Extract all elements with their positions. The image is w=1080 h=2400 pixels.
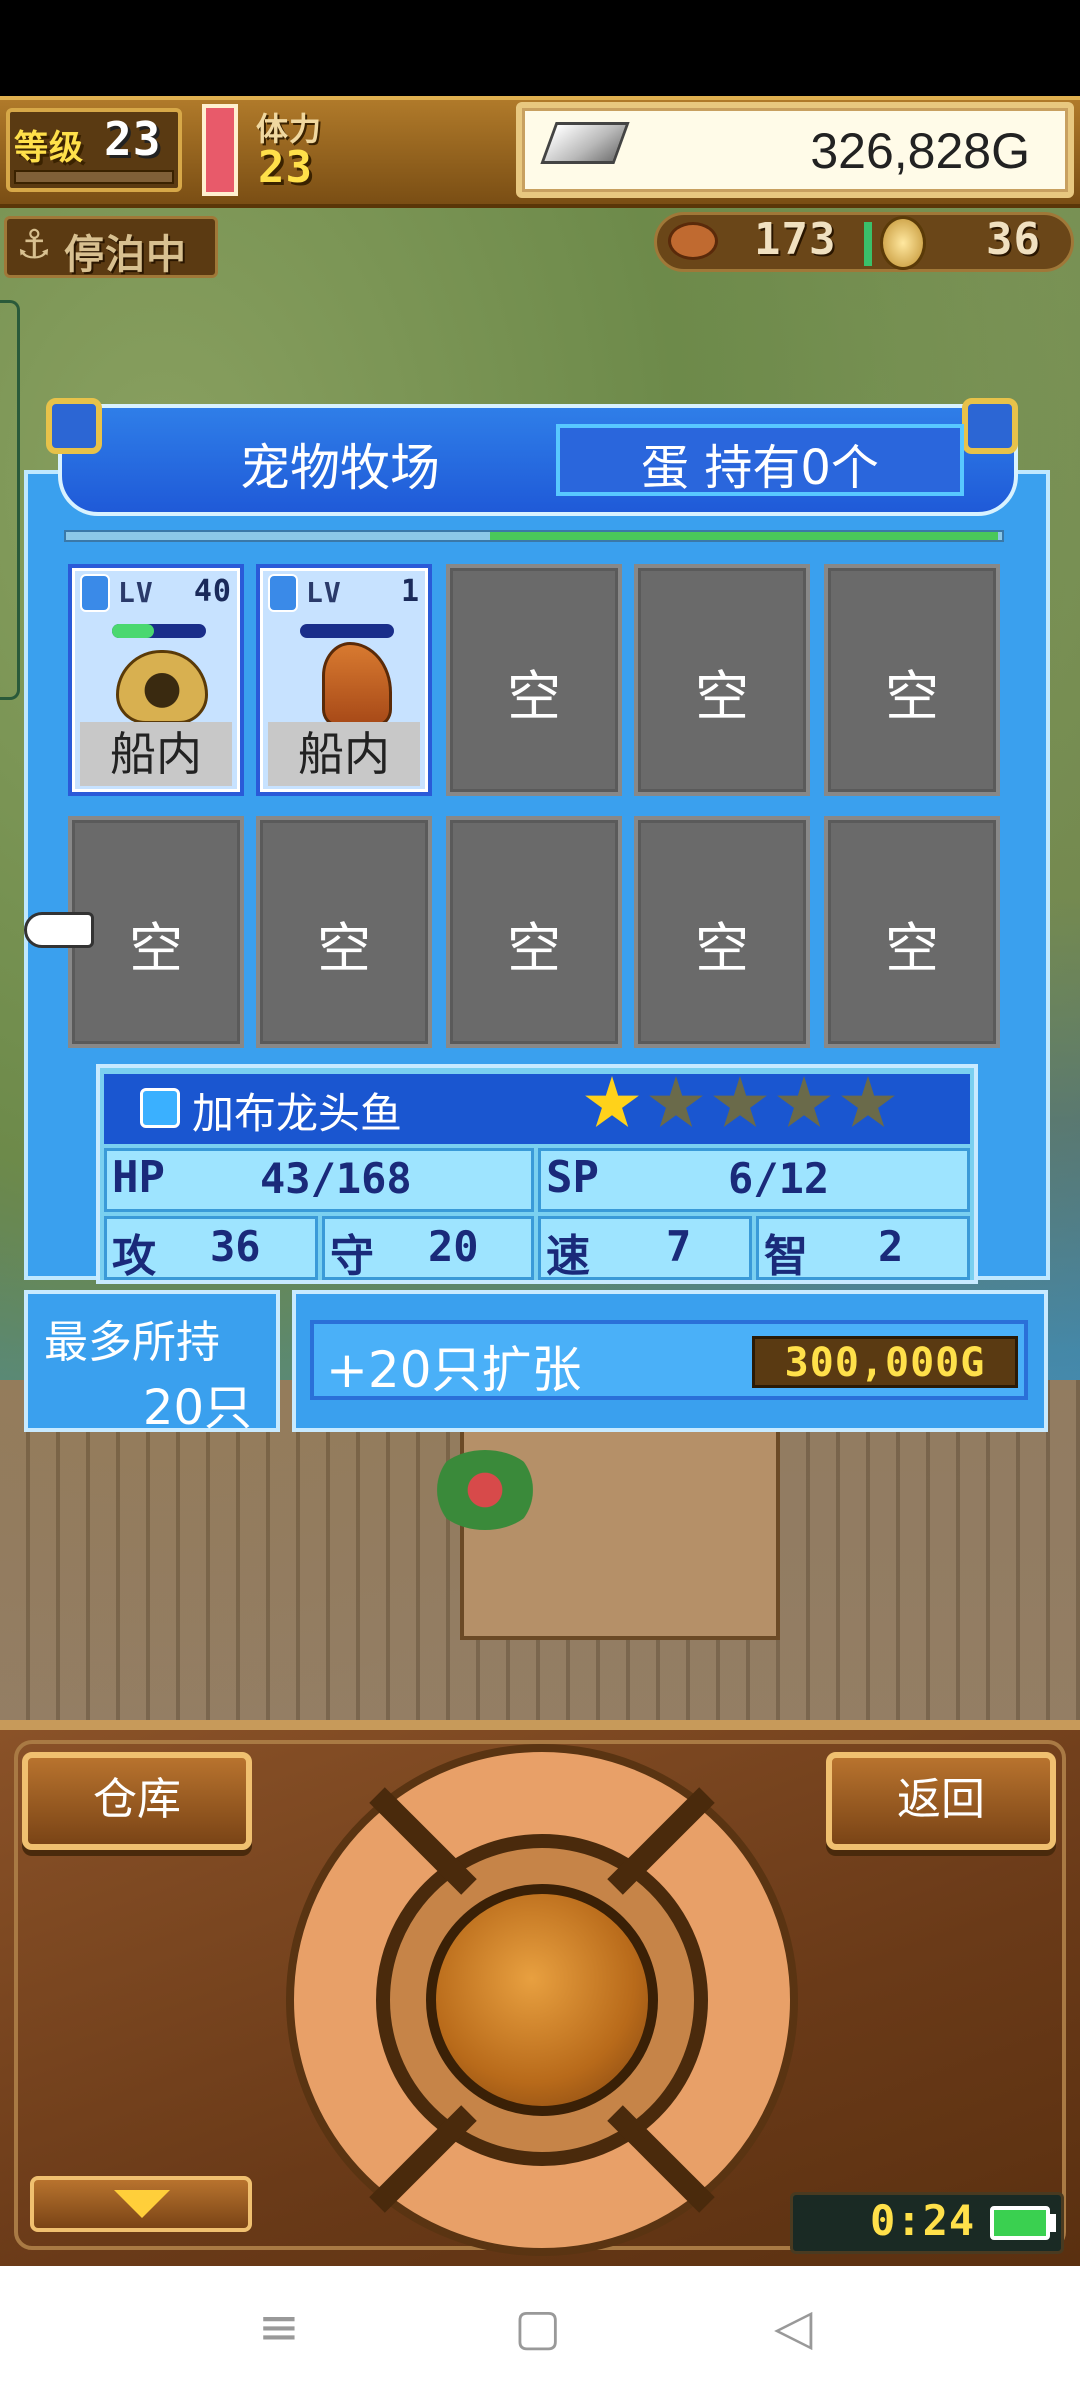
empty-label: 空 xyxy=(885,917,939,980)
header-divider-fill xyxy=(490,532,998,540)
empty-slot[interactable]: 空 xyxy=(446,564,622,796)
home-icon[interactable]: ▢ xyxy=(514,2298,561,2356)
corner-ornament xyxy=(46,398,102,454)
side-tab xyxy=(0,300,20,700)
battery-icon xyxy=(990,2206,1050,2240)
empty-label: 空 xyxy=(317,917,371,980)
empty-label: 空 xyxy=(695,665,749,728)
def-label: 守 xyxy=(330,1231,374,1282)
empty-slot[interactable]: 空 xyxy=(634,564,810,796)
level-label: 等级 xyxy=(14,128,84,168)
flower-decoration xyxy=(430,1450,540,1530)
divider xyxy=(864,222,872,266)
spd-value: 7 xyxy=(666,1222,692,1271)
silver-bar-icon xyxy=(540,122,630,164)
empty-slot[interactable]: 空 xyxy=(256,816,432,1048)
def-value: 20 xyxy=(428,1222,479,1271)
panel-title: 宠物牧场 xyxy=(240,439,440,497)
pointer-hand-icon xyxy=(24,912,94,948)
stamina-gauge xyxy=(202,104,238,196)
spd-label: 速 xyxy=(546,1231,590,1282)
empty-slot[interactable]: 空 xyxy=(634,816,810,1048)
expand-cost: 300,000G xyxy=(752,1336,1018,1388)
exp-bar xyxy=(14,170,174,184)
hp-value: 43/168 xyxy=(260,1154,412,1203)
empty-label: 空 xyxy=(129,917,183,980)
atk-label: 攻 xyxy=(112,1231,156,1282)
egg-count: 蛋 持有0个 xyxy=(641,440,879,496)
food-count: 173 xyxy=(754,214,837,265)
pet-sprite xyxy=(116,650,208,724)
menu-icon[interactable]: ≡ xyxy=(258,2298,300,2356)
medal-count: 36 xyxy=(986,214,1041,265)
empty-label: 空 xyxy=(507,917,561,980)
pet-level: 1 xyxy=(400,574,420,609)
pet-hp-bar-fill xyxy=(112,624,154,638)
element-icon xyxy=(80,574,110,612)
level-value: 23 xyxy=(104,112,162,166)
pet-location: 船内 xyxy=(80,722,232,786)
clock: 0:24 xyxy=(870,2196,976,2245)
max-capacity-label: 最多所持 xyxy=(44,1317,220,1368)
gold-amount: 326,828G xyxy=(810,123,1030,179)
battery-cap xyxy=(1050,2214,1056,2232)
back-button[interactable]: 返回 xyxy=(826,1752,1056,1850)
medal-icon xyxy=(880,216,926,270)
down-arrow-icon xyxy=(114,2190,170,2218)
pet-level: 40 xyxy=(193,574,232,609)
pet-sprite xyxy=(322,642,392,726)
corner-ornament xyxy=(962,398,1018,454)
empty-slot[interactable]: 空 xyxy=(446,816,622,1048)
pet-hp-bar xyxy=(300,624,394,638)
hp-label: HP xyxy=(112,1152,165,1203)
back-icon[interactable]: ◁ xyxy=(774,2298,812,2356)
warehouse-button[interactable]: 仓库 xyxy=(22,1752,252,1850)
int-label: 智 xyxy=(764,1231,808,1282)
sp-label: SP xyxy=(546,1152,599,1203)
pet-slot-1[interactable]: LV 40 船内 xyxy=(68,564,244,796)
element-icon xyxy=(140,1088,180,1128)
empty-slot[interactable]: 空 xyxy=(824,564,1000,796)
empty-label: 空 xyxy=(885,665,939,728)
element-icon xyxy=(268,574,298,612)
action-button[interactable] xyxy=(426,1884,658,2116)
empty-label: 空 xyxy=(507,665,561,728)
empty-slot[interactable]: 空 xyxy=(824,816,1000,1048)
pet-location: 船内 xyxy=(268,722,420,786)
pet-name: 加布龙头鱼 xyxy=(192,1089,403,1138)
anchor-icon: ⚓ xyxy=(16,222,52,268)
empty-label: 空 xyxy=(695,917,749,980)
status-bar xyxy=(0,0,1080,96)
empty-slot[interactable]: 空 xyxy=(68,816,244,1048)
docked-status: 停泊中 xyxy=(64,232,187,278)
sp-value: 6/12 xyxy=(728,1154,830,1203)
level-label: LV xyxy=(306,576,342,609)
level-label: LV xyxy=(118,576,154,609)
expand-label: +20只扩张 xyxy=(326,1341,582,1399)
pet-slot-2[interactable]: LV 1 船内 xyxy=(256,564,432,796)
stamina-value: 23 xyxy=(258,142,313,193)
food-icon xyxy=(668,222,718,260)
int-value: 2 xyxy=(878,1222,904,1271)
atk-value: 36 xyxy=(210,1222,261,1271)
max-capacity-value: 20只 xyxy=(142,1380,252,1436)
